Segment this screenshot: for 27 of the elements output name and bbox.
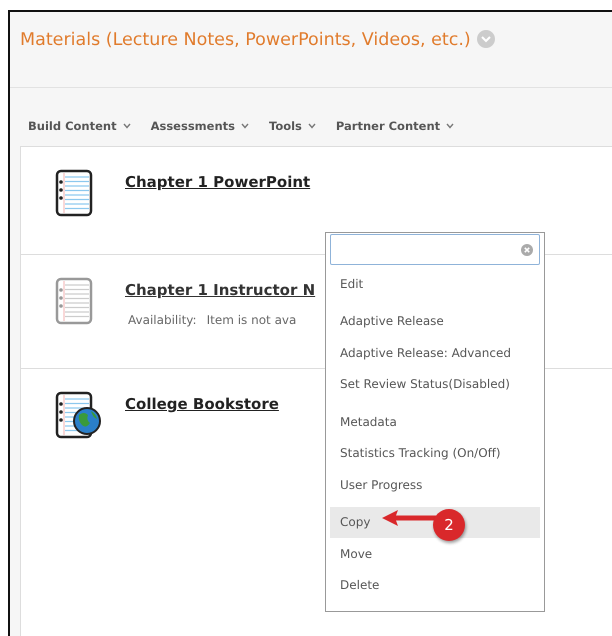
chevron-down-icon[interactable]: [476, 30, 495, 48]
toolbar-menu-button[interactable]: Tools: [269, 106, 316, 146]
chevron-down-icon: [241, 123, 249, 129]
toolbar-menu-button[interactable]: Partner Content: [336, 106, 454, 146]
menu-item[interactable]: Statistics Tracking (On/Off): [330, 438, 540, 469]
toolbar-menu-button[interactable]: Assessments: [150, 106, 249, 146]
chevron-down-icon: [122, 123, 131, 129]
arrow-icon: [380, 508, 436, 528]
search-field[interactable]: [330, 234, 540, 265]
menu-item[interactable]: Adaptive Release: Advanced: [330, 337, 540, 368]
availability-status: Item is not ava: [206, 313, 296, 327]
chevron-down-icon: [308, 123, 316, 129]
menu-item[interactable]: Metadata: [330, 406, 540, 438]
chevron-down-icon: [446, 123, 454, 129]
menu-item[interactable]: Edit: [330, 268, 540, 300]
clear-icon[interactable]: [521, 244, 533, 256]
content-item-link[interactable]: College Bookstore: [125, 395, 279, 413]
page-title: Materials (Lecture Notes, PowerPoints, Videos, etc.): [20, 30, 471, 50]
menu-item[interactable]: Set Review Status(Disabled): [330, 368, 540, 400]
menu-item[interactable]: Delete: [330, 570, 540, 601]
menu-item[interactable]: Adaptive Release: [330, 306, 540, 337]
menu-item[interactable]: User Progress: [330, 469, 540, 500]
menu-item[interactable]: Move: [330, 538, 540, 570]
content-item-link[interactable]: Chapter 1 PowerPoint: [125, 173, 310, 191]
availability-label: Availability:: [128, 313, 197, 327]
toolbar-menu-button[interactable]: Build Content: [28, 106, 131, 146]
globe-document-icon: [55, 391, 101, 439]
